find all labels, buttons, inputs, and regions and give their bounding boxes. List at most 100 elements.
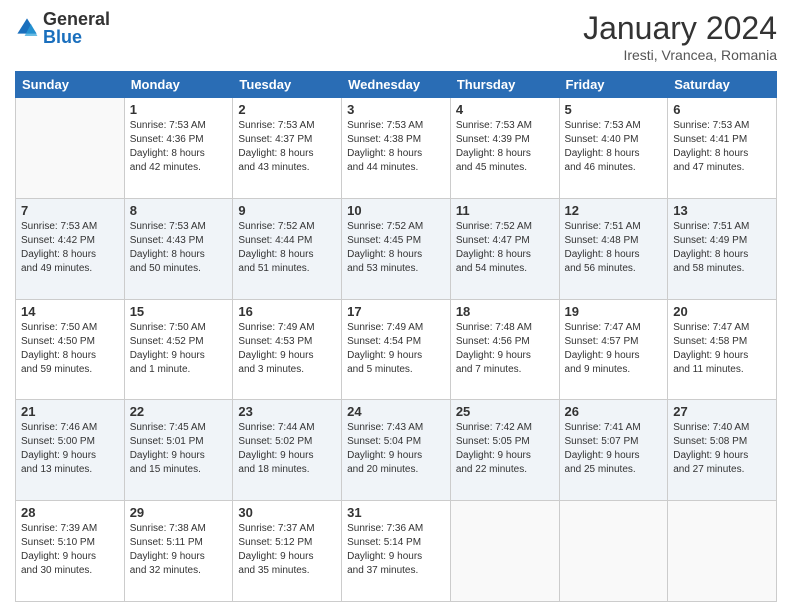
logo: General Blue [15,10,110,46]
cell-info: Sunrise: 7:39 AMSunset: 5:10 PMDaylight:… [21,522,119,578]
day-number: 21 [21,404,119,419]
day-number: 18 [456,304,554,319]
calendar-cell: 31 Sunrise: 7:36 AMSunset: 5:14 PMDayligh… [342,501,451,602]
cell-info: Sunrise: 7:36 AMSunset: 5:14 PMDaylight:… [347,522,445,578]
calendar-cell: 20 Sunrise: 7:47 AMSunset: 4:58 PMDayligh… [668,299,777,400]
day-number: 24 [347,404,445,419]
cell-info: Sunrise: 7:48 AMSunset: 4:56 PMDaylight:… [456,321,554,377]
cell-info: Sunrise: 7:51 AMSunset: 4:48 PMDaylight:… [565,220,663,276]
day-header-tuesday: Tuesday [233,72,342,98]
day-number: 22 [130,404,228,419]
calendar-cell: 22 Sunrise: 7:45 AMSunset: 5:01 PMDayligh… [124,400,233,501]
day-number: 11 [456,203,554,218]
cell-info: Sunrise: 7:53 AMSunset: 4:39 PMDaylight:… [456,119,554,175]
cell-info: Sunrise: 7:49 AMSunset: 4:54 PMDaylight:… [347,321,445,377]
day-number: 9 [238,203,336,218]
cell-info: Sunrise: 7:38 AMSunset: 5:11 PMDaylight:… [130,522,228,578]
cell-info: Sunrise: 7:49 AMSunset: 4:53 PMDaylight:… [238,321,336,377]
calendar-table: SundayMondayTuesdayWednesdayThursdayFrid… [15,71,777,602]
calendar-cell: 16 Sunrise: 7:49 AMSunset: 4:53 PMDayligh… [233,299,342,400]
cell-info: Sunrise: 7:52 AMSunset: 4:45 PMDaylight:… [347,220,445,276]
cell-info: Sunrise: 7:53 AMSunset: 4:42 PMDaylight:… [21,220,119,276]
cell-info: Sunrise: 7:47 AMSunset: 4:58 PMDaylight:… [673,321,771,377]
cell-info: Sunrise: 7:47 AMSunset: 4:57 PMDaylight:… [565,321,663,377]
cell-info: Sunrise: 7:43 AMSunset: 5:04 PMDaylight:… [347,421,445,477]
calendar-cell: 3Sunrise: 7:53 AMSunset: 4:38 PMDaylight… [342,98,451,199]
day-number: 2 [238,102,336,117]
day-number: 12 [565,203,663,218]
logo-blue-text: Blue [43,27,82,47]
calendar-cell: 8 Sunrise: 7:53 AMSunset: 4:43 PMDaylight… [124,198,233,299]
calendar-cell: 4 Sunrise: 7:53 AMSunset: 4:39 PMDaylight… [450,98,559,199]
calendar-cell: 23 Sunrise: 7:44 AMSunset: 5:02 PMDayligh… [233,400,342,501]
cell-info: Sunrise: 7:53 AMSunset: 4:40 PMDaylight:… [565,119,663,175]
cell-info: Sunrise: 7:53 AMSunset: 4:41 PMDaylight:… [673,119,771,175]
calendar-cell: 17 Sunrise: 7:49 AMSunset: 4:54 PMDayligh… [342,299,451,400]
cell-info: Sunrise: 7:53 AMSunset: 4:37 PMDaylight:… [238,119,336,175]
calendar-cell: 15 Sunrise: 7:50 AMSunset: 4:52 PMDayligh… [124,299,233,400]
day-number: 25 [456,404,554,419]
calendar-cell: 29 Sunrise: 7:38 AMSunset: 5:11 PMDayligh… [124,501,233,602]
day-number: 1 [130,102,228,117]
cell-info: Sunrise: 7:40 AMSunset: 5:08 PMDaylight:… [673,421,771,477]
week-row-1: 1 Sunrise: 7:53 AMSunset: 4:36 PMDaylight… [16,98,777,199]
logo-general-text: General [43,9,110,29]
day-number: 20 [673,304,771,319]
calendar-cell: 5 Sunrise: 7:53 AMSunset: 4:40 PMDaylight… [559,98,668,199]
day-number: 17 [347,304,445,319]
calendar-cell: 12 Sunrise: 7:51 AMSunset: 4:48 PMDayligh… [559,198,668,299]
day-number: 19 [565,304,663,319]
day-number: 23 [238,404,336,419]
day-number: 14 [21,304,119,319]
calendar-cell: 26Sunrise: 7:41 AMSunset: 5:07 PMDayligh… [559,400,668,501]
day-number: 26 [565,404,663,419]
calendar-cell: 10 Sunrise: 7:52 AMSunset: 4:45 PMDayligh… [342,198,451,299]
cell-info: Sunrise: 7:53 AMSunset: 4:43 PMDaylight:… [130,220,228,276]
calendar-cell: 28Sunrise: 7:39 AMSunset: 5:10 PMDayligh… [16,501,125,602]
day-header-friday: Friday [559,72,668,98]
header: General Blue January 2024 Iresti, Vrance… [15,10,777,63]
calendar-cell: 14 Sunrise: 7:50 AMSunset: 4:50 PMDayligh… [16,299,125,400]
day-number: 15 [130,304,228,319]
day-header-thursday: Thursday [450,72,559,98]
cell-info: Sunrise: 7:50 AMSunset: 4:52 PMDaylight:… [130,321,228,377]
title-block: January 2024 Iresti, Vrancea, Romania [583,10,777,63]
cell-info: Sunrise: 7:45 AMSunset: 5:01 PMDaylight:… [130,421,228,477]
day-number: 7 [21,203,119,218]
cell-info: Sunrise: 7:37 AMSunset: 5:12 PMDaylight:… [238,522,336,578]
cell-info: Sunrise: 7:42 AMSunset: 5:05 PMDaylight:… [456,421,554,477]
calendar-cell: 1 Sunrise: 7:53 AMSunset: 4:36 PMDaylight… [124,98,233,199]
day-number: 27 [673,404,771,419]
day-number: 16 [238,304,336,319]
week-row-4: 21 Sunrise: 7:46 AMSunset: 5:00 PMDayligh… [16,400,777,501]
calendar-cell: 2 Sunrise: 7:53 AMSunset: 4:37 PMDaylight… [233,98,342,199]
calendar-cell: 24 Sunrise: 7:43 AMSunset: 5:04 PMDayligh… [342,400,451,501]
week-row-3: 14 Sunrise: 7:50 AMSunset: 4:50 PMDayligh… [16,299,777,400]
day-number: 5 [565,102,663,117]
cell-info: Sunrise: 7:51 AMSunset: 4:49 PMDaylight:… [673,220,771,276]
day-number: 4 [456,102,554,117]
day-header-monday: Monday [124,72,233,98]
calendar-cell: 6Sunrise: 7:53 AMSunset: 4:41 PMDaylight… [668,98,777,199]
calendar-cell: 7 Sunrise: 7:53 AMSunset: 4:42 PMDaylight… [16,198,125,299]
day-number: 8 [130,203,228,218]
calendar-cell [559,501,668,602]
month-title: January 2024 [583,10,777,47]
day-number: 31 [347,505,445,520]
cell-info: Sunrise: 7:44 AMSunset: 5:02 PMDaylight:… [238,421,336,477]
cell-info: Sunrise: 7:53 AMSunset: 4:36 PMDaylight:… [130,119,228,175]
page: General Blue January 2024 Iresti, Vrance… [0,0,792,612]
cell-info: Sunrise: 7:46 AMSunset: 5:00 PMDaylight:… [21,421,119,477]
cell-info: Sunrise: 7:52 AMSunset: 4:47 PMDaylight:… [456,220,554,276]
day-number: 29 [130,505,228,520]
day-header-sunday: Sunday [16,72,125,98]
day-number: 10 [347,203,445,218]
calendar-cell: 30Sunrise: 7:37 AMSunset: 5:12 PMDayligh… [233,501,342,602]
week-row-5: 28Sunrise: 7:39 AMSunset: 5:10 PMDayligh… [16,501,777,602]
calendar-cell: 25 Sunrise: 7:42 AMSunset: 5:05 PMDayligh… [450,400,559,501]
cell-info: Sunrise: 7:50 AMSunset: 4:50 PMDaylight:… [21,321,119,377]
day-header-saturday: Saturday [668,72,777,98]
location-subtitle: Iresti, Vrancea, Romania [583,47,777,63]
calendar-cell: 13 Sunrise: 7:51 AMSunset: 4:49 PMDayligh… [668,198,777,299]
day-number: 13 [673,203,771,218]
